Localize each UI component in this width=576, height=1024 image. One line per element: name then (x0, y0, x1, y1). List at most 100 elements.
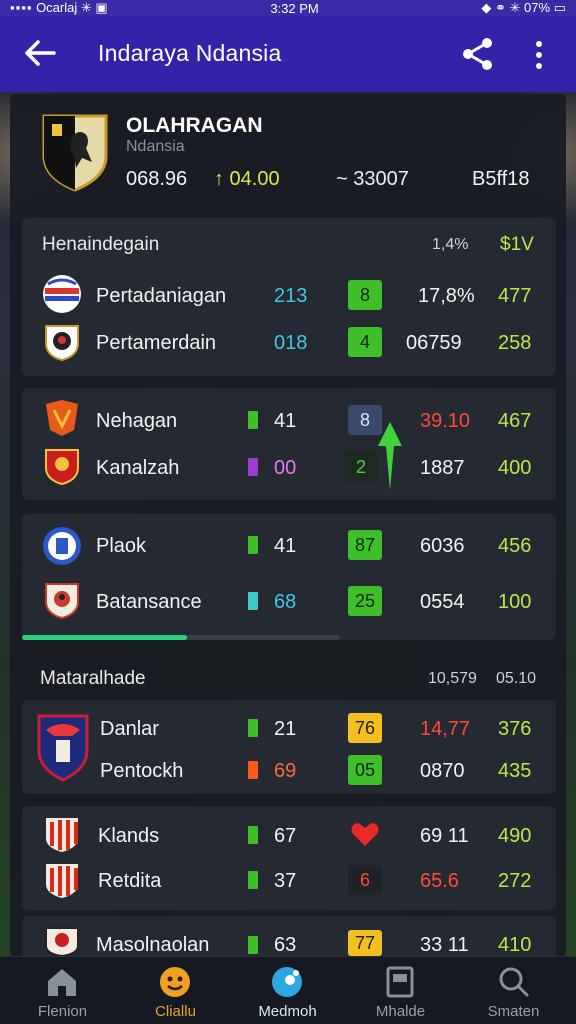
team-row-val-c: 100 (498, 591, 532, 613)
standings-card-5[interactable] (22, 806, 556, 910)
team-logo-icon (45, 583, 79, 620)
carrier-label: ▪▪▪▪ Ocarlaj ✳ ▣ (10, 0, 108, 15)
form-bar (248, 761, 258, 779)
team-row-val-b: 14,77 (420, 718, 471, 740)
team-row-val-a: 41 (274, 410, 297, 432)
form-bar (248, 871, 258, 889)
team-row-val-a: 68 (274, 591, 297, 613)
team-row-chip: 6 (348, 865, 382, 895)
team-stat-4: B5ff18 (472, 168, 530, 190)
team-row-val-a: 41 (274, 535, 297, 557)
team-row-val-a: 63 (274, 934, 297, 956)
season-progress-bar (22, 635, 340, 640)
nav-label: Mhalde (375, 1003, 426, 1020)
team-row-name[interactable]: Pertamerdain (96, 332, 216, 355)
document-icon (386, 966, 414, 998)
nav-label: Smaten (487, 1003, 540, 1020)
nav-table[interactable]: Mhalde (343, 957, 458, 1024)
team-logo-icon (46, 400, 78, 436)
team-row-name[interactable]: Nehagan (96, 410, 177, 433)
team-stat-3: ~ 33007 (336, 168, 409, 190)
team-name: OLAHRAGAN (126, 114, 263, 137)
back-arrow-icon[interactable] (22, 38, 56, 68)
form-bar (248, 536, 258, 554)
app-bar: Indaraya Ndansia (0, 16, 576, 92)
team-row-val-b: 65.6 (420, 870, 459, 892)
team-stat-1: 068.96 (126, 168, 188, 190)
globe-icon (272, 967, 302, 997)
team-row-name[interactable]: Danlar (100, 718, 159, 741)
status-time: 3:32 PM (270, 0, 319, 16)
team-row-chip: 05 (348, 755, 382, 785)
team-logo-icon (43, 527, 81, 565)
team-row-name[interactable]: Klands (98, 825, 159, 848)
form-bar (248, 592, 258, 610)
form-bar (248, 411, 258, 429)
team-row-val-b: 33 11 (420, 934, 469, 956)
more-options-icon[interactable] (534, 40, 544, 70)
team-row-val-a: 69 (274, 760, 297, 782)
home-icon (48, 969, 76, 996)
team-row-val-c: 467 (498, 410, 532, 432)
team-row-val-c: 477 (498, 285, 532, 307)
team-row-name[interactable]: Pentockh (100, 760, 183, 783)
trend-up-arrow-icon (378, 422, 402, 490)
team-row-val-b: 39.10 (420, 410, 471, 432)
standings-card-3[interactable] (22, 514, 556, 640)
status-right: ◆ ⚭ ✳ 07% ▭ (481, 0, 566, 15)
nav-label: Cliallu (155, 1003, 196, 1020)
form-bar (248, 458, 258, 476)
team-row-chip: 76 (348, 713, 382, 743)
team-row-name[interactable]: Batansance (96, 591, 202, 614)
team-row-val-b: 0870 (420, 760, 465, 782)
section4-col2-header: 05.10 (496, 670, 537, 687)
search-icon (499, 967, 529, 997)
app-title: Indaraya Ndansia (98, 40, 282, 66)
team-row-val-a: 00 (274, 457, 297, 479)
carrier-text: Ocarlaj (36, 0, 78, 15)
team-crest-icon (37, 714, 89, 782)
team-row-chip: 2 (344, 452, 378, 482)
share-icon[interactable] (460, 36, 496, 72)
team-logo-icon (45, 325, 79, 362)
team-row-val-c: 400 (498, 457, 532, 479)
section1-col2-header: $1V (500, 234, 534, 255)
team-row-name[interactable]: Retdita (98, 870, 161, 893)
team-logo-icon (43, 275, 81, 313)
form-bar (248, 936, 258, 954)
standings-card-2[interactable] (22, 388, 556, 500)
team-row-name[interactable]: Pertadaniagan (96, 285, 226, 308)
nav-media[interactable]: Medmoh (230, 957, 345, 1024)
team-logo-icon (45, 927, 79, 956)
section-title-4: Mataralhade (40, 668, 146, 689)
nav-search[interactable]: Smaten (456, 957, 571, 1024)
team-row-val-a: 67 (274, 825, 297, 847)
team-row-val-c: 410 (498, 934, 532, 956)
team-logo-icon (45, 449, 79, 486)
team-row-val-b: 1887 (420, 457, 465, 479)
section4-col1-header: 10,579 (428, 670, 477, 687)
nav-home[interactable]: Flenion (5, 957, 120, 1024)
nav-club[interactable]: Cliallu (118, 957, 233, 1024)
nav-label: Flenion (37, 1003, 88, 1020)
form-bar (248, 826, 258, 844)
team-row-val-b: 69 11 (420, 825, 469, 847)
team-subtitle: Ndansia (126, 138, 185, 155)
team-row-chip: 87 (348, 530, 382, 560)
team-row-val-c: 376 (498, 718, 532, 740)
team-row-val-c: 258 (498, 332, 532, 354)
team-row-name[interactable]: Plaok (96, 535, 146, 558)
section-title-1: Henaindegain (42, 234, 160, 255)
team-row-name[interactable]: Masolnaolan (96, 934, 209, 957)
battery-percent: 07% (524, 0, 551, 15)
team-row-val-c: 435 (498, 760, 532, 782)
team-crest-icon (42, 114, 108, 192)
team-row-val-a: 213 (274, 285, 308, 307)
team-stat-2: ↑ 04.00 (214, 168, 280, 190)
team-row-chip: 8 (348, 280, 382, 310)
team-row-val-b: 17,8% (418, 285, 475, 307)
team-row-name[interactable]: Kanalzah (96, 457, 179, 480)
team-row-val-a: 37 (274, 870, 297, 892)
team-row-val-a: 21 (274, 718, 297, 740)
team-row-chip: 77 (348, 930, 382, 956)
